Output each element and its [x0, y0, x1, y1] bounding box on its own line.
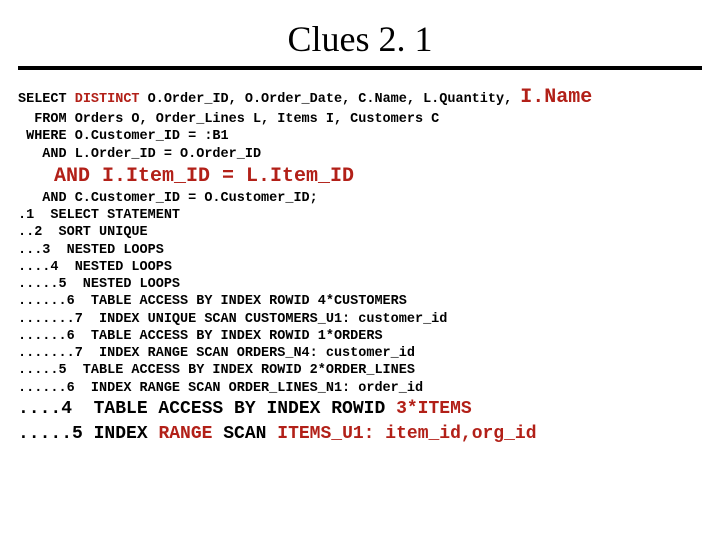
hl1-object: 3*ITEMS: [396, 399, 472, 419]
title-rule: [18, 66, 702, 70]
plan-line-7: .......7 INDEX UNIQUE SCAN CUSTOMERS_U1:…: [18, 312, 447, 327]
slide-title: Clues 2. 1: [18, 18, 702, 60]
hl2-scan: SCAN: [212, 424, 277, 444]
sql-line-4: AND L.Order_ID = O.Order_ID: [18, 147, 261, 162]
sql-line-2: FROM Orders O, Order_Lines L, Items I, C…: [18, 112, 439, 127]
col-iname: I.Name: [520, 86, 592, 109]
sql-line-1: SELECT DISTINCT O.Order_ID, O.Order_Date…: [18, 92, 592, 107]
sql-l1-body: O.Order_ID, O.Order_Date, C.Name, L.Quan…: [140, 92, 521, 107]
plan-line-5: .....5 NESTED LOOPS: [18, 277, 180, 292]
plan-line-8: ......6 TABLE ACCESS BY INDEX ROWID 1*OR…: [18, 329, 383, 344]
plan-line-4: ....4 NESTED LOOPS: [18, 260, 172, 275]
slide: Clues 2. 1 SELECT DISTINCT O.Order_ID, O…: [0, 0, 720, 540]
hl2-range: RANGE: [158, 424, 212, 444]
kw-select: SELECT: [18, 92, 75, 107]
plan-line-11: ......6 INDEX RANGE SCAN ORDER_LINES_N1:…: [18, 381, 423, 396]
sql-line-5-highlight: AND I.Item_ID = L.Item_ID: [18, 165, 354, 188]
plan-highlight-1: ....4 TABLE ACCESS BY INDEX ROWID 3*ITEM…: [18, 399, 472, 419]
kw-distinct: DISTINCT: [75, 92, 140, 107]
sql-line-3: WHERE O.Customer_ID = :B1: [18, 129, 229, 144]
hl2-index: ITEMS_U1: item_id,org_id: [277, 424, 536, 444]
plan-line-6: ......6 TABLE ACCESS BY INDEX ROWID 4*CU…: [18, 294, 407, 309]
sql-block: SELECT DISTINCT O.Order_ID, O.Order_Date…: [18, 84, 702, 447]
plan-line-0: AND C.Customer_ID = O.Customer_ID;: [18, 191, 318, 206]
plan-line-10: .....5 TABLE ACCESS BY INDEX ROWID 2*ORD…: [18, 363, 415, 378]
plan-line-1: .1 SELECT STATEMENT: [18, 208, 180, 223]
plan-line-3: ...3 NESTED LOOPS: [18, 243, 164, 258]
plan-line-2: ..2 SORT UNIQUE: [18, 225, 148, 240]
hl1-prefix: ....4 TABLE ACCESS BY INDEX ROWID: [18, 399, 396, 419]
hl2-prefix: .....5 INDEX: [18, 424, 158, 444]
plan-line-9: .......7 INDEX RANGE SCAN ORDERS_N4: cus…: [18, 346, 415, 361]
plan-highlight-2: .....5 INDEX RANGE SCAN ITEMS_U1: item_i…: [18, 424, 537, 444]
